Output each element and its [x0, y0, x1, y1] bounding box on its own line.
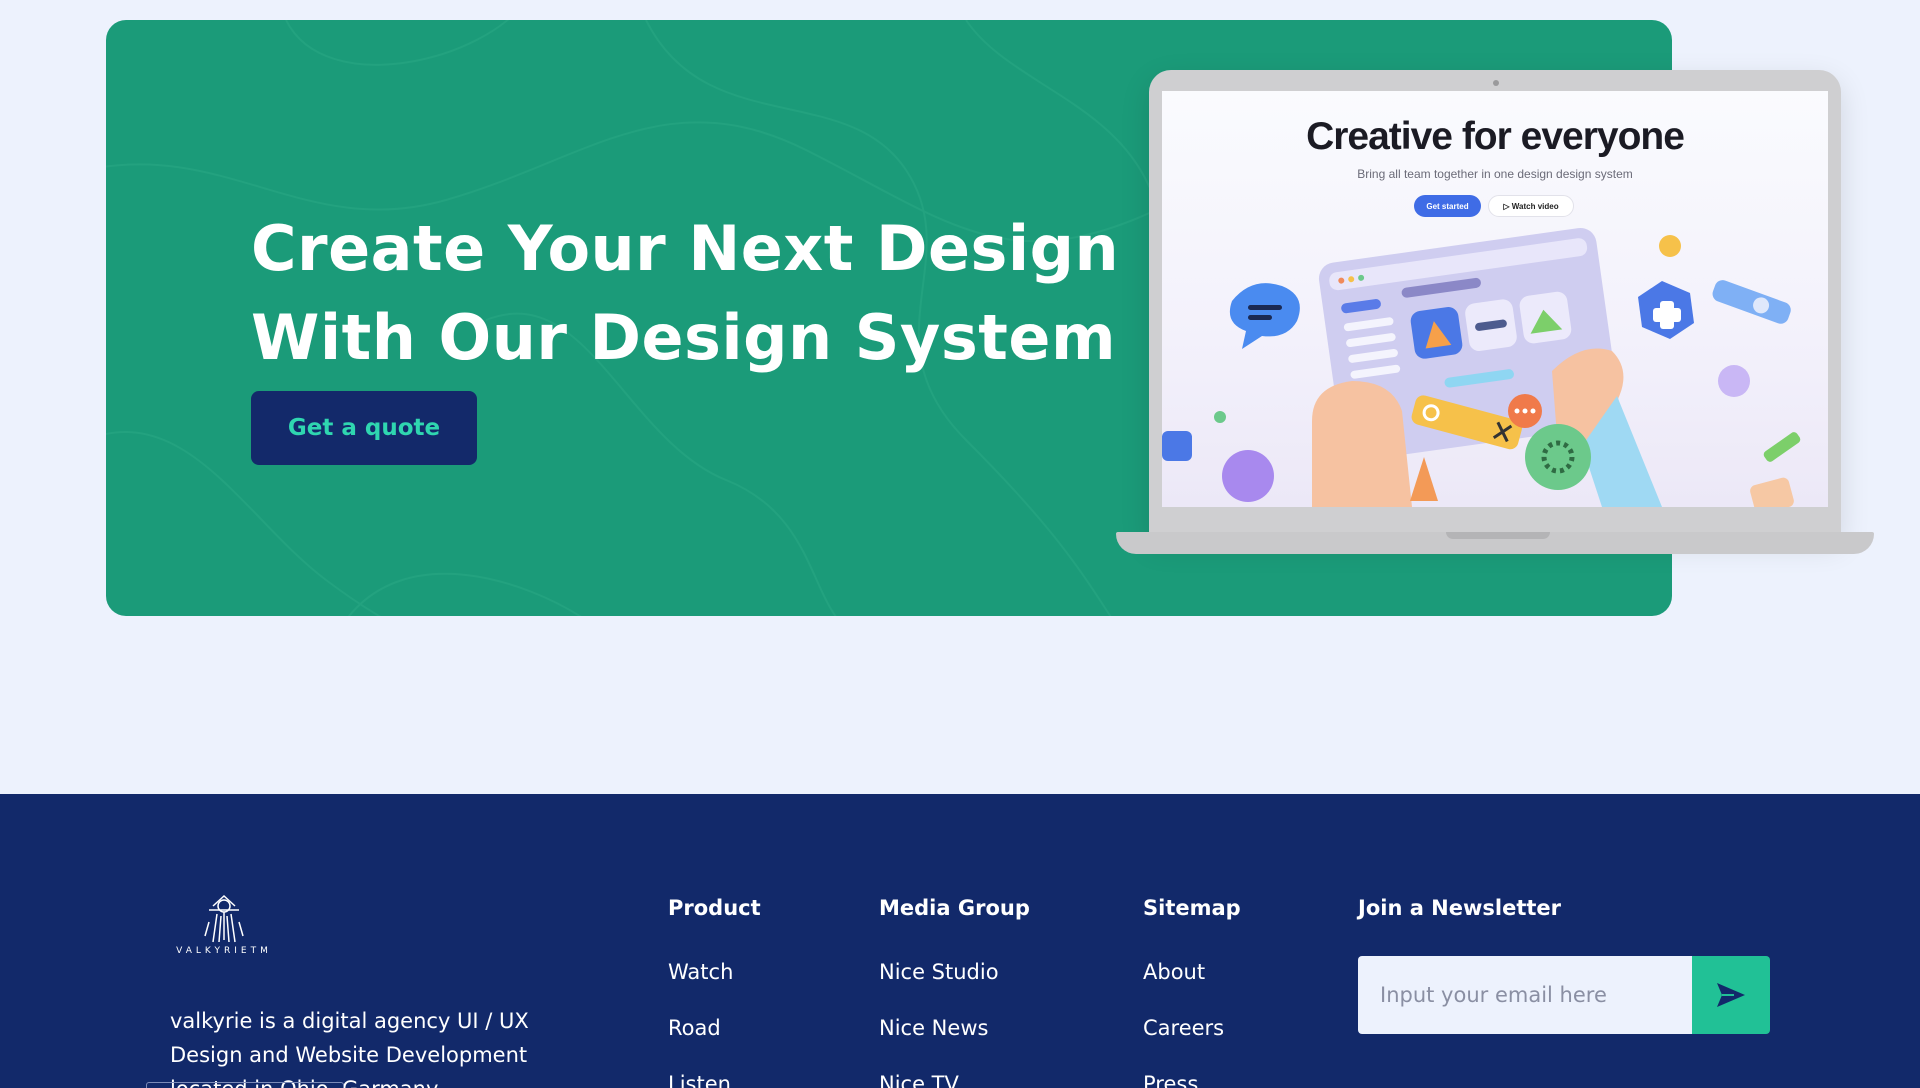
- mockup-watch-video-label: Watch video: [1511, 201, 1559, 211]
- overlay-outline: [146, 1082, 344, 1088]
- footer-link-road[interactable]: Road: [668, 1016, 721, 1040]
- play-icon: ▷: [1503, 201, 1512, 211]
- footer-link-careers[interactable]: Careers: [1143, 1016, 1224, 1040]
- laptop-screen: Creative for everyone Bring all team tog…: [1162, 91, 1828, 507]
- mockup-title: Creative for everyone: [1306, 115, 1685, 158]
- cta-heading: Create Your Next Design With Our Design …: [251, 204, 1151, 382]
- mockup-subtitle: Bring all team together in one design de…: [1357, 167, 1633, 181]
- newsletter-submit-button[interactable]: [1692, 956, 1770, 1034]
- cta-heading-line-2: With Our Design System: [251, 300, 1117, 374]
- get-a-quote-button[interactable]: Get a quote: [251, 391, 477, 465]
- laptop-lid: Creative for everyone Bring all team tog…: [1149, 70, 1841, 536]
- footer-link-listen[interactable]: Listen: [668, 1072, 731, 1088]
- column-heading-sitemap: Sitemap: [1143, 896, 1241, 920]
- 3d-design-illustration: [1162, 227, 1801, 507]
- agency-description: valkyrie is a digital agency UI / UX Des…: [170, 1009, 529, 1088]
- column-heading-media-group: Media Group: [879, 896, 1030, 920]
- footer-link-nice-studio[interactable]: Nice Studio: [879, 960, 999, 984]
- laptop-mockup: Creative for everyone Bring all team tog…: [1116, 70, 1874, 556]
- footer-link-press[interactable]: Press: [1143, 1072, 1198, 1088]
- mockup-watch-video-button: ▷ Watch video: [1488, 195, 1574, 217]
- laptop-notch: [1446, 532, 1550, 539]
- footer-link-nice-tv[interactable]: Nice TV: [879, 1072, 959, 1088]
- logo-wordmark: VALKYRIETM: [176, 946, 272, 956]
- footer-link-about[interactable]: About: [1143, 960, 1205, 984]
- send-icon: [1717, 983, 1745, 1007]
- newsletter-email-input[interactable]: [1358, 956, 1694, 1034]
- mockup-get-started-button: Get started: [1414, 195, 1481, 217]
- valkyrie-logo-icon: [204, 894, 244, 943]
- column-heading-product: Product: [668, 896, 761, 920]
- cta-heading-line-1: Create Your Next Design: [251, 211, 1120, 285]
- footer-link-watch[interactable]: Watch: [668, 960, 733, 984]
- valkyrie-logo[interactable]: VALKYRIETM: [169, 892, 279, 964]
- footer-link-nice-news[interactable]: Nice News: [879, 1016, 988, 1040]
- site-footer: VALKYRIETM valkyrie is a digital agency …: [0, 794, 1920, 1088]
- webcam-dot: [1493, 80, 1499, 86]
- newsletter-heading: Join a Newsletter: [1358, 896, 1562, 920]
